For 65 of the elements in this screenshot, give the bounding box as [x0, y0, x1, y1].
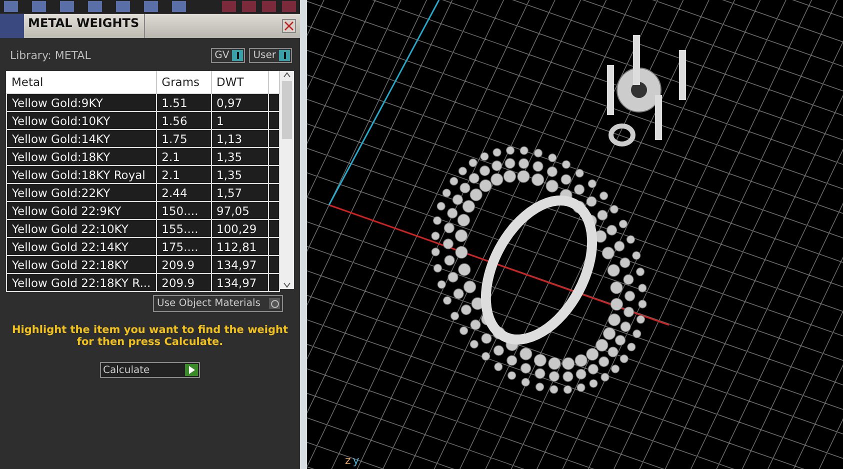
- axis-label: z: [345, 454, 351, 467]
- bail-drawing[interactable]: [607, 35, 686, 146]
- toggle-button[interactable]: GV: [210, 48, 246, 63]
- play-icon: [188, 366, 194, 374]
- table-cell: Yellow Gold 22:14KY: [6, 238, 156, 256]
- table-cell: 1: [211, 112, 268, 130]
- toolbar-icon[interactable]: [32, 1, 46, 12]
- toggle-button[interactable]: User: [249, 48, 292, 63]
- table-cell: 134,97: [211, 256, 268, 274]
- toolbar-icon[interactable]: [4, 1, 18, 12]
- table-cell: Yellow Gold:22KY: [6, 184, 156, 202]
- table-cell: 2.44: [156, 184, 211, 202]
- close-icon: [283, 20, 295, 32]
- table-cell: 150....: [156, 202, 211, 220]
- table-cell: 209.9: [156, 274, 211, 292]
- table-cell: 97,05: [211, 202, 268, 220]
- scroll-down-icon[interactable]: [283, 281, 291, 289]
- table-cell: 1,35: [211, 166, 268, 184]
- table-cell: 134,97: [211, 274, 268, 292]
- scroll-up-icon[interactable]: [283, 71, 291, 79]
- table-cell: 209.9: [156, 256, 211, 274]
- table-cell: 1,57: [211, 184, 268, 202]
- column-header[interactable]: Grams: [156, 71, 211, 94]
- toggle-button[interactable]: Use Object Materials: [153, 295, 283, 312]
- toolbar-icon[interactable]: [282, 1, 296, 12]
- table-cell: Yellow Gold:14KY: [6, 130, 156, 148]
- table-cell: 112,81: [211, 238, 268, 256]
- table-cell: 1.51: [156, 94, 211, 112]
- close-button[interactable]: [282, 19, 296, 33]
- table-cell: 1,13: [211, 130, 268, 148]
- scrollbar[interactable]: [280, 71, 294, 289]
- table-cell: Yellow Gold:18KY Royal: [6, 166, 156, 184]
- toolbar-icon[interactable]: [88, 1, 102, 12]
- table-cell: 175....: [156, 238, 211, 256]
- table-cell: Yellow Gold 22:18KY: [6, 256, 156, 274]
- table-cell: Yellow Gold:10KY: [6, 112, 156, 130]
- table-cell: 1.56: [156, 112, 211, 130]
- calculate-button[interactable]: Calculate: [100, 362, 200, 378]
- column-header[interactable]: Metal: [6, 71, 156, 94]
- table-cell: 2.1: [156, 148, 211, 166]
- table-cell: Yellow Gold 22:10KY: [6, 220, 156, 238]
- table-cell: 100,29: [211, 220, 268, 238]
- toolbar-icon[interactable]: [222, 1, 236, 12]
- table-cell: 0,97: [211, 94, 268, 112]
- table-cell: Yellow Gold 22:18KY R...: [6, 274, 156, 292]
- toolbar-icon[interactable]: [116, 1, 130, 12]
- table-cell: Yellow Gold:9KY: [6, 94, 156, 112]
- axis-label: y: [352, 454, 360, 467]
- table-cell: Yellow Gold:18KY: [6, 148, 156, 166]
- table-cell: 2.1: [156, 166, 211, 184]
- pendant-drawing[interactable]: [431, 146, 647, 394]
- toolbar-icon[interactable]: [144, 1, 158, 12]
- instruction-text: Highlight the item you want to find the weight for then press Calculate.: [11, 323, 289, 348]
- toolbar-icon[interactable]: [172, 1, 186, 12]
- toolbar-icon[interactable]: [262, 1, 276, 12]
- table-cell: 1.75: [156, 130, 211, 148]
- table-cell: 155....: [156, 220, 211, 238]
- library-label: Library: METAL: [10, 49, 92, 62]
- toolbar-icon[interactable]: [60, 1, 74, 12]
- table-cell: 1,35: [211, 148, 268, 166]
- panel-title: METAL WEIGHTS: [24, 14, 144, 38]
- column-header[interactable]: DWT: [211, 71, 268, 94]
- table-cell: Yellow Gold 22:9KY: [6, 202, 156, 220]
- toolbar-icon[interactable]: [242, 1, 256, 12]
- scroll-thumb[interactable]: [282, 81, 292, 139]
